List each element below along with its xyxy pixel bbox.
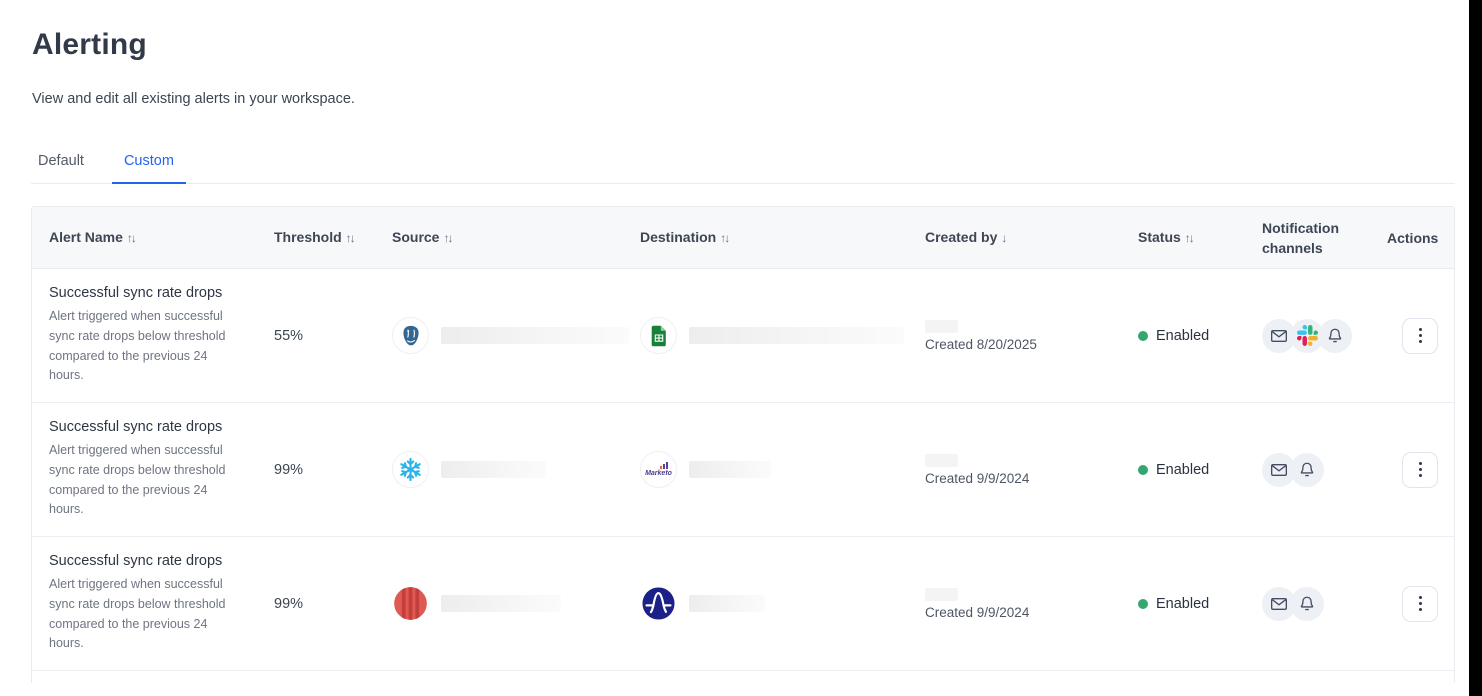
notification-channels-cell [1262,319,1387,353]
alerts-table: Alert Name↑↓ Threshold↑↓ Source↑↓ Destin… [31,206,1455,683]
status-label: Enabled [1156,328,1209,344]
source-cell [392,317,640,354]
created-date: Created 8/20/2025 [925,337,1138,352]
sort-down-icon: ↓ [1001,231,1007,245]
status-dot [1138,331,1148,341]
status-cell: Enabled [1138,328,1262,344]
created-by-cell: Created 8/20/2025 [925,320,1138,352]
destination-cell [640,317,925,354]
table-row-partial [32,670,1454,683]
alert-name: Successful sync rate drops [49,553,274,569]
alert-description: Alert triggered when successful sync rat… [49,575,235,654]
page-title: Alerting [32,28,1469,62]
redacted-destination-name [689,327,904,344]
destination-cell [640,585,925,622]
notification-channels-cell [1262,587,1387,621]
actions-cell [1387,452,1454,488]
alert-description: Alert triggered when successful sync rat… [49,441,235,520]
col-header-created-by[interactable]: Created by↓ [925,227,1138,248]
alert-name-cell: Successful sync rate drops Alert trigger… [49,419,274,520]
sort-icon: ↑↓ [346,231,354,245]
status-cell: Enabled [1138,462,1262,478]
tab-bar: Default Custom [31,143,1455,184]
table-row: Successful sync rate drops Alert trigger… [32,268,1454,402]
status-label: Enabled [1156,462,1209,478]
status-dot [1138,465,1148,475]
alert-description: Alert triggered when successful sync rat… [49,307,235,386]
created-by-cell: Created 9/9/2024 [925,454,1138,486]
table-row: Successful sync rate drops Alert trigger… [32,402,1454,536]
created-by-cell: Created 9/9/2024 [925,588,1138,620]
created-date: Created 9/9/2024 [925,605,1138,620]
alert-name: Successful sync rate drops [49,285,274,301]
row-actions-kebab-button[interactable] [1402,452,1438,488]
redacted-creator-name [925,588,958,601]
source-cell [392,451,640,488]
google-sheets-icon [640,317,677,354]
notification-channels-cell [1262,453,1387,487]
redacted-creator-name [925,454,958,467]
status-label: Enabled [1156,596,1209,612]
threshold-value: 99% [274,596,392,612]
col-header-threshold[interactable]: Threshold↑↓ [274,227,392,248]
source-cell [392,585,640,622]
bell-channel-icon [1318,319,1352,353]
col-header-actions: Actions [1387,228,1454,248]
threshold-value: 99% [274,462,392,478]
sort-icon: ↑↓ [720,231,728,245]
col-header-destination[interactable]: Destination↑↓ [640,227,925,248]
snowflake-icon [392,451,429,488]
threshold-value: 55% [274,328,392,344]
col-header-notification-channels: Notification channels [1262,218,1362,258]
sort-icon: ↑↓ [127,231,135,245]
row-actions-kebab-button[interactable] [1402,586,1438,622]
right-edge-black-strip [1469,0,1482,696]
alert-name: Successful sync rate drops [49,419,274,435]
redacted-source-name [441,595,561,612]
sort-icon: ↑↓ [443,231,451,245]
redacted-source-name [441,461,546,478]
destination-cell: Marketo [640,451,925,488]
status-dot [1138,599,1148,609]
bell-channel-icon [1290,453,1324,487]
tab-custom[interactable]: Custom [112,143,186,184]
actions-cell [1387,318,1454,354]
col-header-alert-name[interactable]: Alert Name↑↓ [49,227,274,248]
red-striped-database-icon [392,585,429,622]
marketo-icon: Marketo [640,451,677,488]
sort-icon: ↑↓ [1185,231,1193,245]
amplitude-icon [640,585,677,622]
created-date: Created 9/9/2024 [925,471,1138,486]
status-cell: Enabled [1138,596,1262,612]
col-header-source[interactable]: Source↑↓ [392,227,640,248]
alert-name-cell: Successful sync rate drops Alert trigger… [49,553,274,654]
page-subtitle: View and edit all existing alerts in you… [32,91,1469,107]
alerting-page: Alerting View and edit all existing aler… [0,0,1469,696]
redacted-destination-name [689,461,771,478]
actions-cell [1387,586,1454,622]
table-header-row: Alert Name↑↓ Threshold↑↓ Source↑↓ Destin… [32,207,1454,268]
bell-channel-icon [1290,587,1324,621]
tab-default[interactable]: Default [31,143,96,183]
redacted-creator-name [925,320,958,333]
alert-name-cell: Successful sync rate drops Alert trigger… [49,285,274,386]
postgresql-icon [392,317,429,354]
redacted-destination-name [689,595,765,612]
row-actions-kebab-button[interactable] [1402,318,1438,354]
col-header-status[interactable]: Status↑↓ [1138,227,1262,248]
table-row: Successful sync rate drops Alert trigger… [32,536,1454,670]
redacted-source-name [441,327,629,344]
